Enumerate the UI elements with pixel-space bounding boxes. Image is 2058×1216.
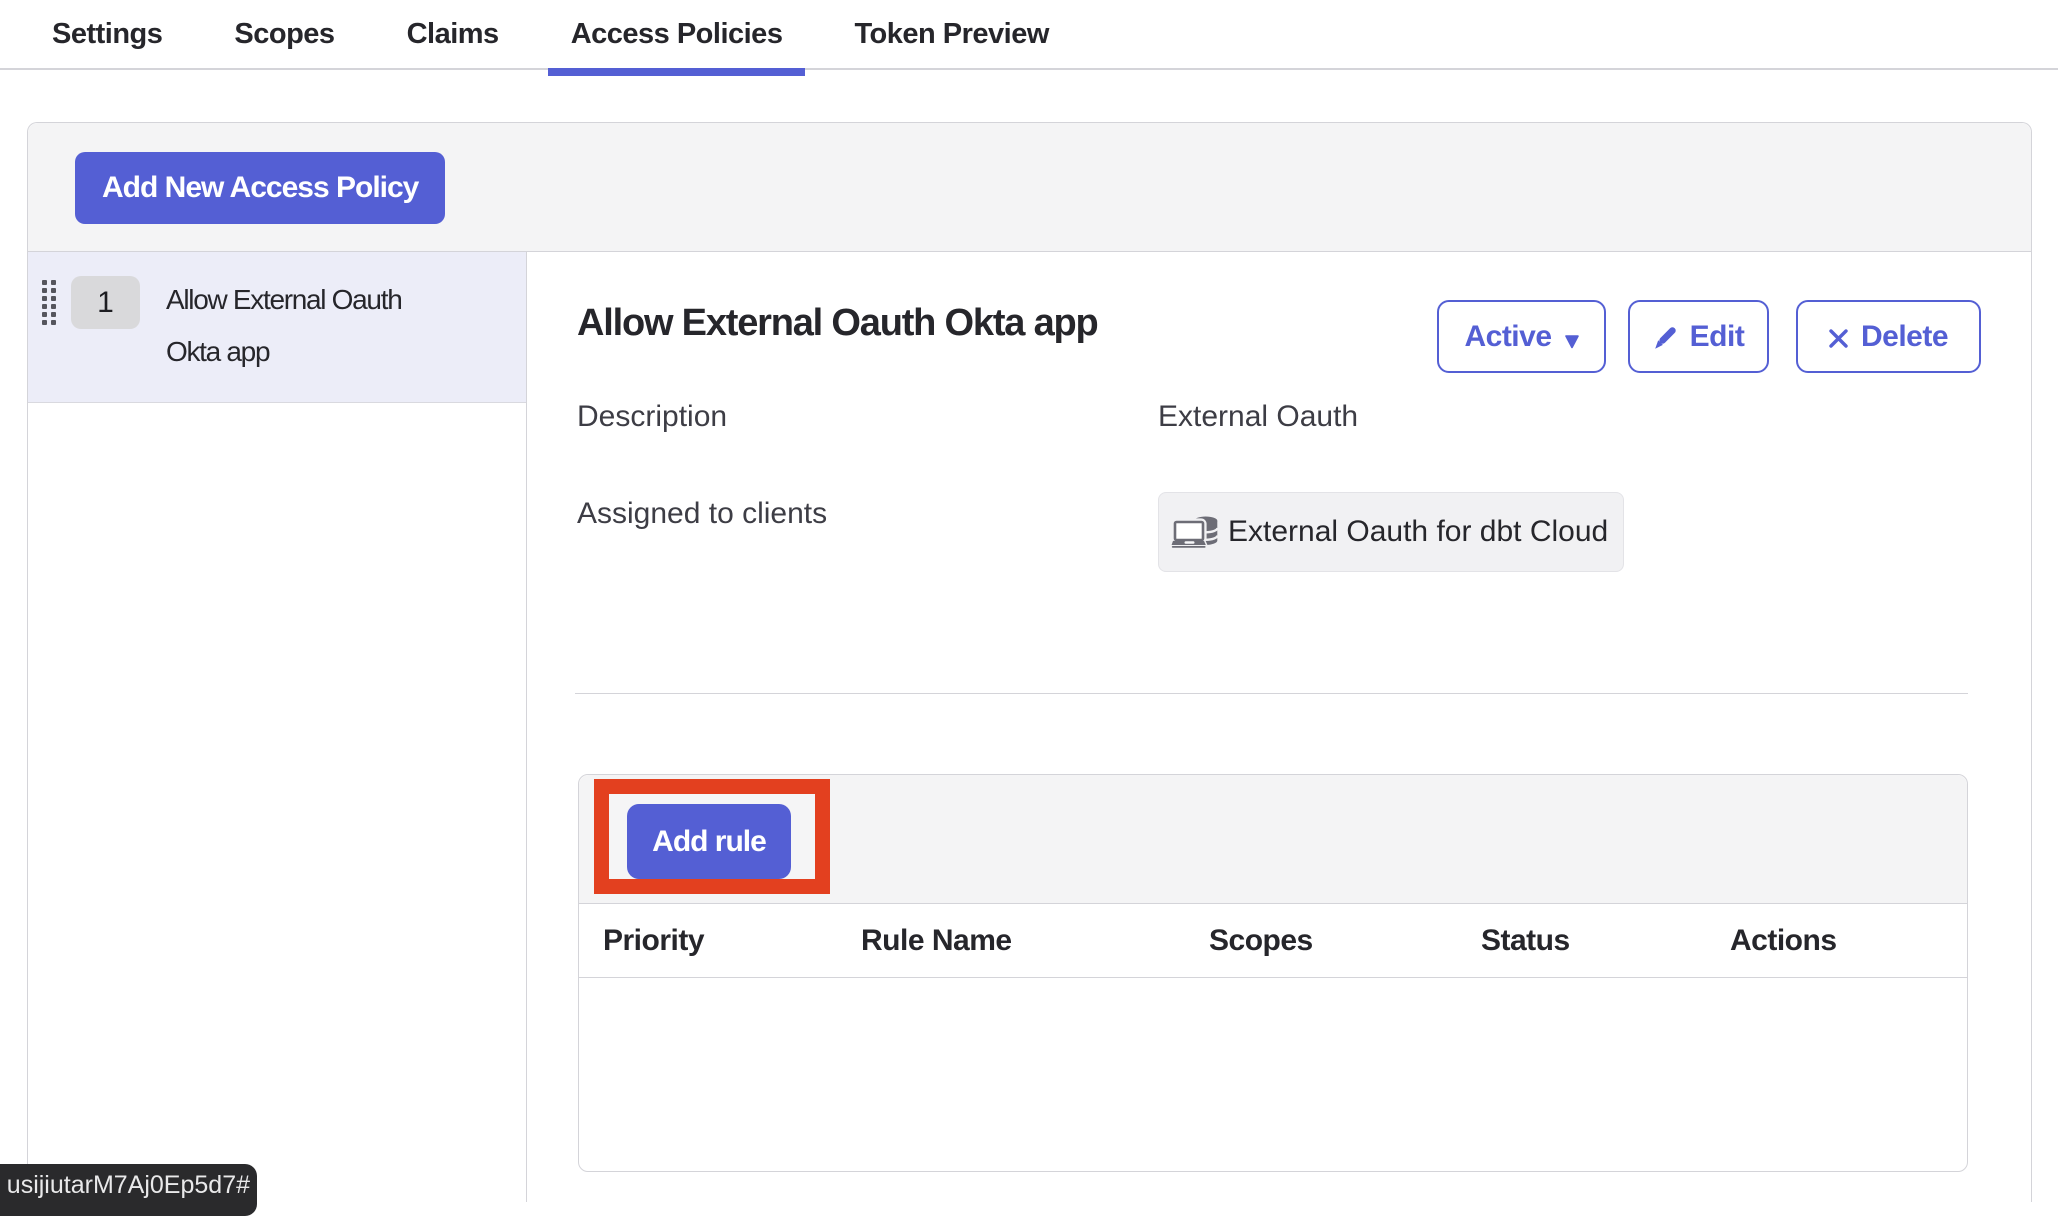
policy-name-line2: Okta app <box>166 336 269 367</box>
chevron-down-icon <box>1565 334 1579 349</box>
tab-scopes-label: Scopes <box>234 18 334 51</box>
policy-priority-badge: 1 <box>71 276 140 329</box>
tab-token-preview[interactable]: Token Preview <box>831 0 1071 69</box>
edit-button-label: Edit <box>1690 320 1745 354</box>
client-app-icon <box>1171 516 1218 548</box>
policy-detail: Allow External Oauth Okta app Active Edi… <box>527 252 2031 1202</box>
rules-table-header: Priority Rule Name Scopes Status Actions <box>579 904 1967 978</box>
panel-toolbar: Add New Access Policy <box>28 123 2031 252</box>
policy-name-line1: Allow External Oauth <box>166 284 401 315</box>
column-header-priority: Priority <box>603 924 861 958</box>
tab-claims-label: Claims <box>407 18 499 51</box>
add-new-access-policy-button[interactable]: Add New Access Policy <box>75 152 445 224</box>
policy-detail-title: Allow External Oauth Okta app <box>577 300 1098 346</box>
section-divider <box>575 693 1968 694</box>
active-status-label: Active <box>1464 320 1551 354</box>
pencil-icon <box>1653 326 1677 350</box>
description-label: Description <box>577 399 727 435</box>
assigned-client-chip: External Oauth for dbt Cloud <box>1158 492 1624 572</box>
tab-settings[interactable]: Settings <box>29 0 185 69</box>
tab-access-policies[interactable]: Access Policies <box>548 0 806 69</box>
access-policies-panel: Add New Access Policy 1 Allow External O… <box>27 122 2032 1202</box>
column-header-scopes: Scopes <box>1209 924 1481 958</box>
close-icon <box>1829 329 1848 348</box>
rules-panel: Add rule Priority Rule Name Scopes Statu… <box>578 774 1968 1172</box>
policy-list-item[interactable]: 1 Allow External Oauth Okta app <box>28 252 526 403</box>
status-bar-url: usijiutarM7Aj0Ep5d7# <box>7 1171 250 1200</box>
delete-button[interactable]: Delete <box>1796 300 1981 373</box>
delete-button-label: Delete <box>1861 320 1948 354</box>
column-header-rule-name: Rule Name <box>861 924 1209 958</box>
column-header-status: Status <box>1481 924 1730 958</box>
assigned-to-clients-label: Assigned to clients <box>577 496 827 532</box>
assigned-client-name: External Oauth for dbt Cloud <box>1228 515 1608 549</box>
tab-access-policies-label: Access Policies <box>571 18 783 51</box>
policy-action-buttons: Active Edit Delete <box>1437 300 1981 373</box>
edit-button[interactable]: Edit <box>1628 300 1769 373</box>
add-rule-button[interactable]: Add rule <box>627 804 791 879</box>
policy-list: 1 Allow External Oauth Okta app <box>28 252 527 1202</box>
annotation-highlight-box: Add rule <box>594 779 830 894</box>
tab-settings-label: Settings <box>52 18 162 51</box>
description-value: External Oauth <box>1158 399 1358 435</box>
tab-bar: Settings Scopes Claims Access Policies T… <box>0 0 2058 70</box>
tab-token-preview-label: Token Preview <box>854 18 1048 51</box>
rules-toolbar: Add rule <box>579 775 1967 904</box>
tab-scopes[interactable]: Scopes <box>211 0 357 69</box>
active-status-button[interactable]: Active <box>1437 300 1606 373</box>
link-preview-status-bar: usijiutarM7Aj0Ep5d7# <box>0 1164 257 1216</box>
drag-handle-icon[interactable] <box>42 280 56 325</box>
policy-name: Allow External Oauth Okta app <box>166 274 401 378</box>
column-header-actions: Actions <box>1730 924 1967 958</box>
tab-claims[interactable]: Claims <box>384 0 522 69</box>
